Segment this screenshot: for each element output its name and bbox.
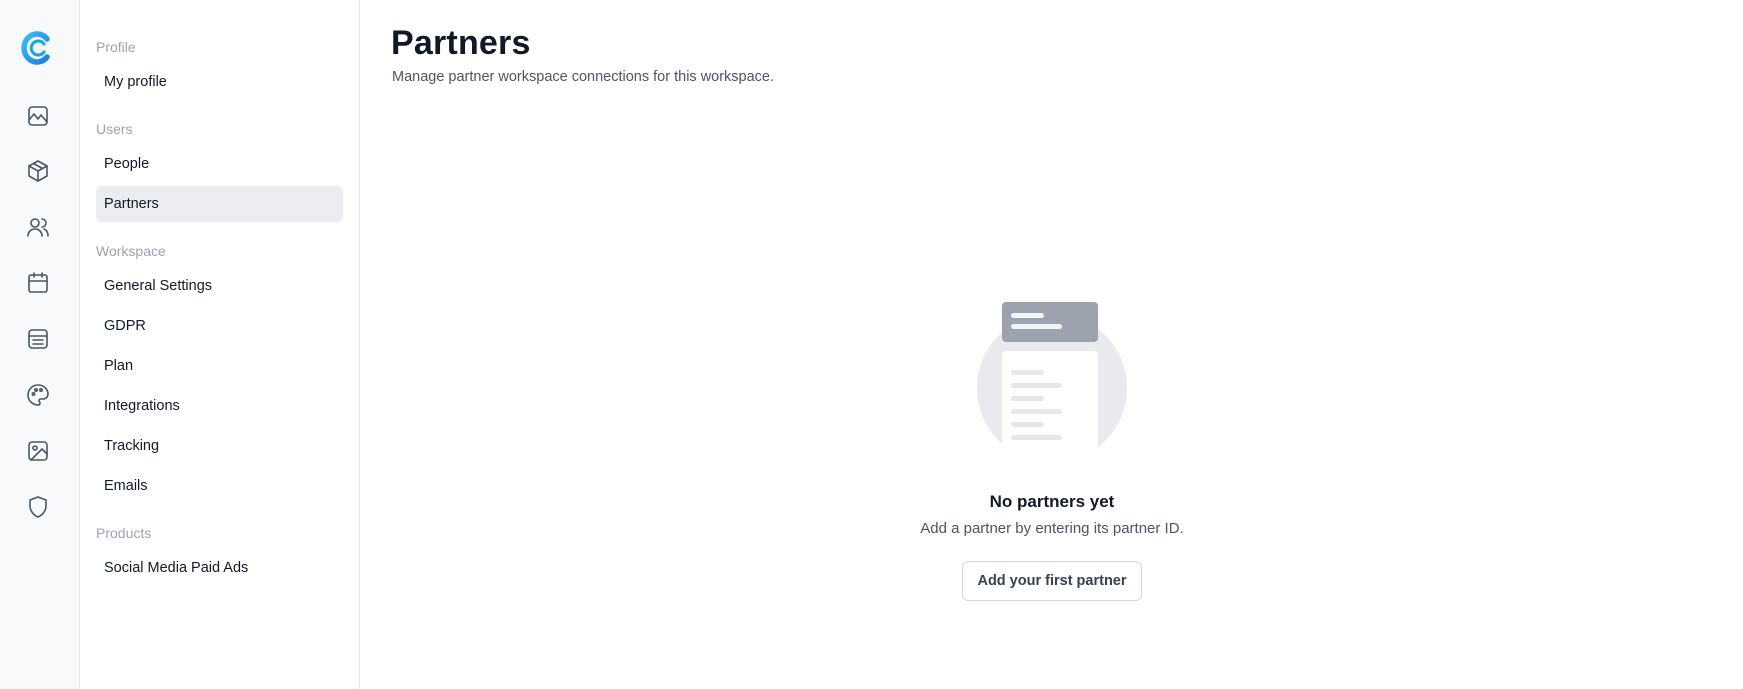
sidebar-item-gdpr[interactable]: GDPR bbox=[96, 308, 343, 344]
empty-state-description: Add a partner by entering its partner ID… bbox=[920, 520, 1184, 537]
empty-state: No partners yet Add a partner by enterin… bbox=[391, 296, 1713, 601]
calendar-icon[interactable] bbox=[25, 270, 51, 296]
add-first-partner-button[interactable]: Add your first partner bbox=[962, 561, 1142, 601]
sidebar-item-people[interactable]: People bbox=[96, 146, 343, 182]
chart-icon[interactable] bbox=[25, 103, 51, 129]
sidebar-item-social-media-paid-ads[interactable]: Social Media Paid Ads bbox=[96, 550, 343, 586]
sidebar-item-partners[interactable]: Partners bbox=[96, 186, 343, 222]
section-label-profile: Profile bbox=[96, 39, 136, 55]
page-title: Partners bbox=[391, 24, 531, 62]
shield-icon[interactable] bbox=[25, 494, 51, 520]
empty-state-title: No partners yet bbox=[989, 492, 1115, 511]
sidebar-item-my-profile[interactable]: My profile bbox=[96, 64, 343, 100]
main-content: Partners Manage partner workspace connec… bbox=[361, 0, 1743, 689]
sidebar-item-general-settings[interactable]: General Settings bbox=[96, 268, 343, 304]
section-label-workspace: Workspace bbox=[96, 243, 166, 259]
image-icon[interactable] bbox=[25, 438, 51, 464]
sidebar-item-emails[interactable]: Emails bbox=[96, 468, 343, 504]
list-icon[interactable] bbox=[25, 326, 51, 352]
app-logo[interactable] bbox=[20, 30, 54, 66]
sidebar-item-plan[interactable]: Plan bbox=[96, 348, 343, 384]
empty-state-illustration bbox=[976, 296, 1128, 472]
sidebar-item-integrations[interactable]: Integrations bbox=[96, 388, 343, 424]
users-icon[interactable] bbox=[25, 214, 51, 240]
settings-sidebar: Profile My profile Users People Partners… bbox=[80, 0, 360, 689]
palette-icon[interactable] bbox=[25, 382, 51, 408]
section-label-products: Products bbox=[96, 525, 152, 541]
package-icon[interactable] bbox=[25, 158, 51, 184]
icon-rail bbox=[0, 0, 80, 689]
page-subtitle: Manage partner workspace connections for… bbox=[392, 69, 775, 85]
section-label-users: Users bbox=[96, 121, 133, 137]
sidebar-item-tracking[interactable]: Tracking bbox=[96, 428, 343, 464]
